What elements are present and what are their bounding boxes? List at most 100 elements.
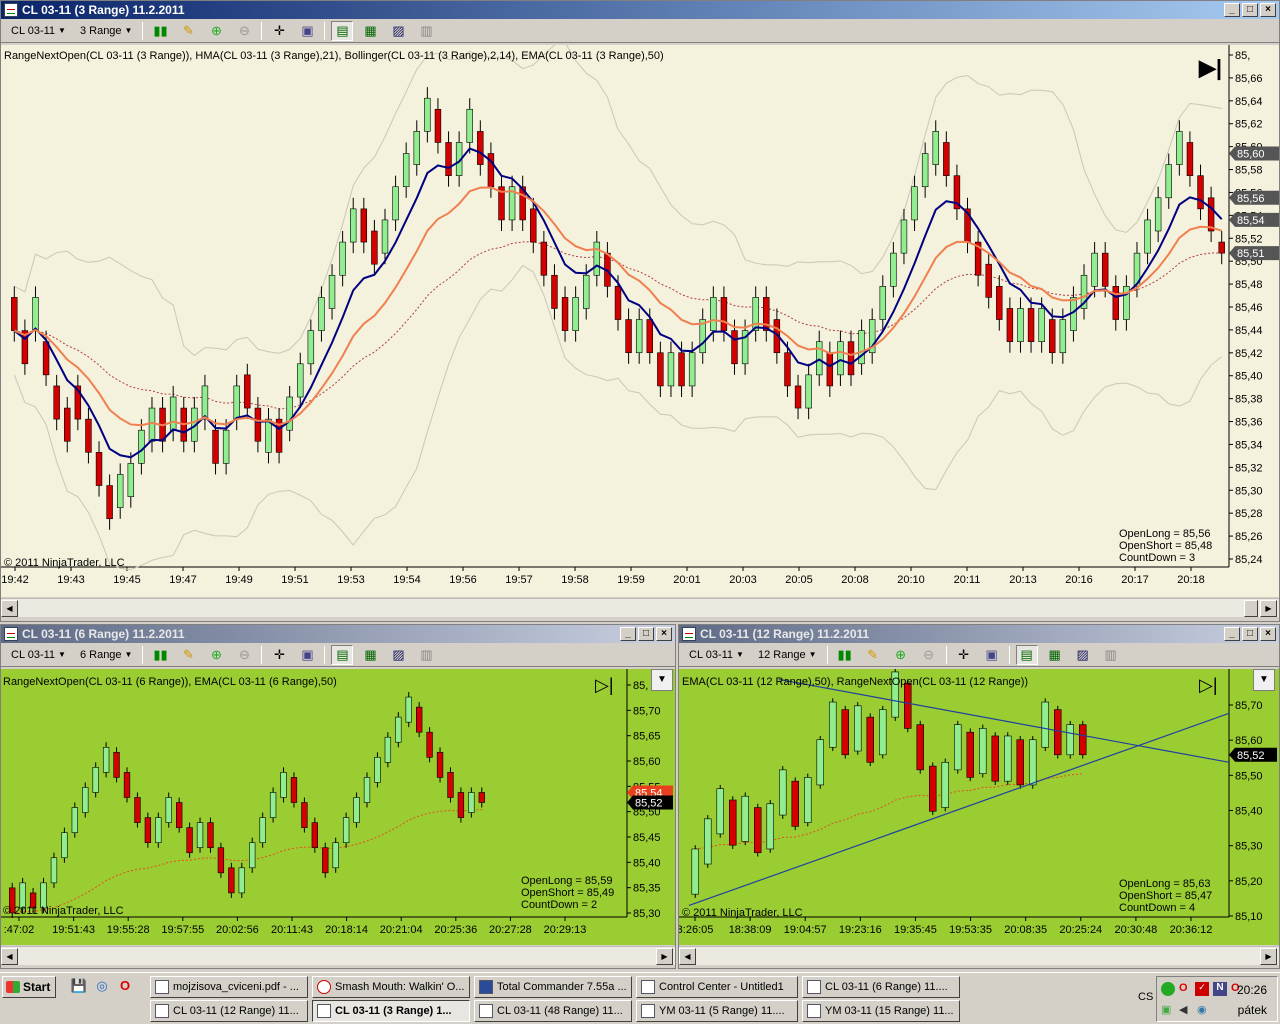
scroll-left-button[interactable]: ◀ (679, 948, 696, 965)
crosshair-icon[interactable]: ✛ (953, 645, 975, 665)
crosshair-icon[interactable]: ✛ (268, 645, 290, 665)
chart-trader-icon[interactable]: ▤ (331, 20, 354, 41)
data-box-icon[interactable]: ▣ (981, 645, 1003, 665)
taskbar: Start 💾 ◎ O mojzisova_cviceni.pdf - ... … (0, 972, 1280, 1024)
zoom-out-icon[interactable]: ⊖ (233, 21, 255, 41)
scroll-to-end-icon[interactable]: ▶| (1199, 55, 1222, 81)
chart-trader-icon[interactable]: ▤ (1015, 644, 1038, 665)
interval-selector[interactable]: 3 Range ▼ (76, 22, 137, 40)
strategies-icon[interactable]: ▨ (1072, 645, 1094, 665)
indicators-icon[interactable]: ▦ (359, 645, 381, 665)
task-cl-3-range[interactable]: CL 03-11 (3 Range) 1... (312, 1000, 470, 1022)
chart-window-6-range[interactable]: CL 03-11 (6 Range) 11.2.2011 _ □ × CL 03… (0, 624, 676, 969)
down-candle (841, 709, 849, 756)
properties-icon[interactable]: ▥ (415, 645, 437, 665)
title-bar[interactable]: CL 03-11 (6 Range) 11.2.2011 _ □ × (1, 625, 675, 643)
bar-type-icon[interactable]: ▮▮ (149, 21, 171, 41)
time-tick-label: 19:54 (393, 574, 421, 586)
price-chart[interactable]: 85, 85,66 85,64 85,62 85,60 85,58 85,56 85,54 85… (1, 45, 1280, 597)
scroll-right-button[interactable]: ▶ (1260, 600, 1277, 617)
scroll-right-button[interactable]: ▶ (656, 948, 673, 965)
scroll-left-button[interactable]: ◀ (1, 948, 18, 965)
price-tick-label: 85,45 (633, 832, 661, 844)
chart-icon (479, 1004, 493, 1018)
chart-trader-icon[interactable]: ▤ (331, 644, 354, 665)
bar-type-icon[interactable]: ▮▮ (149, 645, 171, 665)
maximize-button[interactable]: □ (638, 627, 654, 641)
horizontal-scrollbar[interactable]: ◀ ▶ (1, 946, 675, 965)
task-total-commander[interactable]: Total Commander 7.55a ... (474, 976, 632, 998)
up-candle (837, 341, 844, 376)
tray-icon-speaker[interactable]: ◀ (1179, 1003, 1187, 1016)
scroll-right-button[interactable]: ▶ (1260, 948, 1277, 965)
interval-selector[interactable]: 6 Range ▼ (76, 646, 137, 664)
zoom-in-icon[interactable]: ⊕ (890, 645, 912, 665)
scroll-left-button[interactable]: ◀ (1, 600, 18, 617)
close-button[interactable]: × (1260, 627, 1276, 641)
save-quicklaunch-icon[interactable]: 💾 (70, 977, 88, 995)
panel-dropdown-button[interactable]: ▼ (1253, 669, 1275, 691)
properties-icon[interactable]: ▥ (1100, 645, 1122, 665)
panel-dropdown-button[interactable]: ▼ (651, 669, 673, 691)
tray-icon-update[interactable]: ◉ (1197, 1003, 1207, 1016)
indicators-icon[interactable]: ▦ (359, 21, 381, 41)
browser-quicklaunch-icon[interactable]: ◎ (93, 977, 111, 995)
instrument-selector[interactable]: CL 03-11 ▼ (7, 646, 70, 664)
time-tick-label: 20:11 (954, 574, 981, 586)
horizontal-scrollbar[interactable]: ◀ ▶ (1, 598, 1279, 617)
task-cl-6-range[interactable]: CL 03-11 (6 Range) 11.... (802, 976, 960, 998)
task-cl-48-range[interactable]: CL 03-11 (48 Range) 11... (474, 1000, 632, 1022)
price-chart-area[interactable]: 85,85,7085,6585,6085,5585,5085,4585,4085… (1, 669, 675, 945)
maximize-button[interactable]: □ (1242, 3, 1258, 17)
minimize-button[interactable]: _ (1224, 3, 1240, 17)
task-pdf[interactable]: mojzisova_cviceni.pdf - ... (150, 976, 308, 998)
tray-icon-mcafee[interactable]: ✓ (1195, 982, 1209, 996)
task-control-center[interactable]: Control Center - Untitled1 (636, 976, 798, 998)
start-button[interactable]: Start (2, 976, 56, 998)
price-chart-area[interactable]: 85, 85,66 85,64 85,62 85,60 85,58 85,56 85,54 85… (1, 45, 1280, 597)
strategies-icon[interactable]: ▨ (387, 645, 409, 665)
drawing-pencil-icon[interactable]: ✎ (177, 21, 199, 41)
zoom-out-icon[interactable]: ⊖ (233, 645, 255, 665)
properties-icon[interactable]: ▥ (415, 21, 437, 41)
crosshair-icon[interactable]: ✛ (268, 21, 290, 41)
zoom-in-icon[interactable]: ⊕ (205, 21, 227, 41)
data-box-icon[interactable]: ▣ (296, 21, 318, 41)
bar-type-icon[interactable]: ▮▮ (834, 645, 856, 665)
task-ym-5-range[interactable]: YM 03-11 (5 Range) 11.... (636, 1000, 798, 1022)
chart-window-3-range[interactable]: CL 03-11 (3 Range) 11.2.2011 _ □ × CL 03… (0, 0, 1280, 622)
minimize-button[interactable]: _ (1224, 627, 1240, 641)
indicators-icon[interactable]: ▦ (1044, 645, 1066, 665)
language-indicator[interactable]: CS (1138, 991, 1153, 1003)
instrument-selector[interactable]: CL 03-11 ▼ (685, 646, 748, 664)
scroll-to-end-icon[interactable]: ▷| (1199, 675, 1218, 696)
instrument-selector[interactable]: CL 03-11 ▼ (7, 22, 70, 40)
interval-selector[interactable]: 12 Range ▼ (754, 646, 821, 664)
close-button[interactable]: × (656, 627, 672, 641)
maximize-button[interactable]: □ (1242, 627, 1258, 641)
zoom-in-icon[interactable]: ⊕ (205, 645, 227, 665)
zoom-out-icon[interactable]: ⊖ (918, 645, 940, 665)
scroll-to-end-icon[interactable]: ▷| (595, 675, 614, 696)
price-chart-area[interactable]: 85,70 85,60 85,50 85,40 85,30 85,20 85,10 3:26:… (679, 669, 1279, 945)
chart-window-12-range[interactable]: CL 03-11 (12 Range) 11.2.2011 _ □ × CL 0… (678, 624, 1280, 969)
strategies-icon[interactable]: ▨ (387, 21, 409, 41)
title-bar[interactable]: CL 03-11 (3 Range) 11.2.2011 _ □ × (1, 1, 1279, 19)
horizontal-scrollbar[interactable]: ◀ ▶ (679, 946, 1279, 965)
close-button[interactable]: × (1260, 3, 1276, 17)
tray-icon-network[interactable]: ▣ (1161, 1003, 1171, 1016)
tray-icon-green[interactable] (1161, 982, 1175, 996)
drawing-pencil-icon[interactable]: ✎ (862, 645, 884, 665)
tray-icon-n[interactable]: N (1213, 982, 1227, 996)
opera-quicklaunch-icon[interactable]: O (116, 977, 134, 995)
task-opera[interactable]: Smash Mouth: Walkin' O... (312, 976, 470, 998)
data-box-icon[interactable]: ▣ (296, 645, 318, 665)
tray-icon-opera[interactable]: O (1179, 982, 1188, 994)
task-cl-12-range[interactable]: CL 03-11 (12 Range) 11... (150, 1000, 308, 1022)
task-ym-15-range[interactable]: YM 03-11 (15 Range) 11... (802, 1000, 960, 1022)
title-bar[interactable]: CL 03-11 (12 Range) 11.2.2011 _ □ × (679, 625, 1279, 643)
scroll-thumb[interactable] (1244, 600, 1258, 617)
minimize-button[interactable]: _ (620, 627, 636, 641)
price-tick-label: 85,58 (1235, 165, 1263, 177)
drawing-pencil-icon[interactable]: ✎ (177, 645, 199, 665)
